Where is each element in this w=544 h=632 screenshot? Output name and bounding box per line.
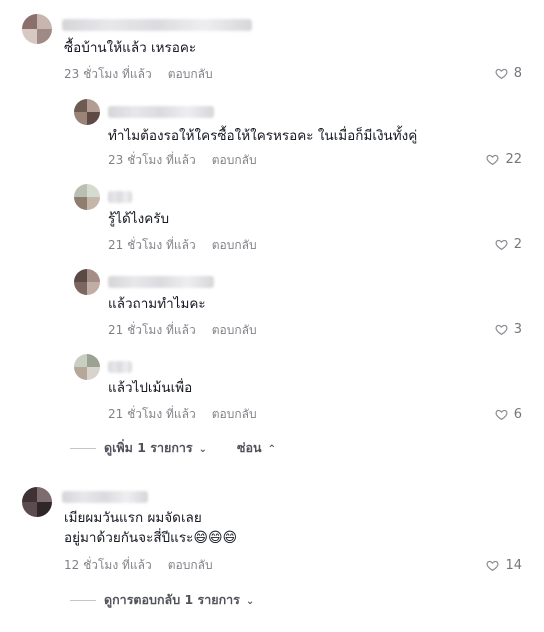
like-count: 6	[513, 407, 522, 422]
like-button[interactable]: 2	[495, 237, 522, 252]
heart-icon	[495, 324, 508, 336]
hide-replies-button[interactable]: ซ่อน ⌃	[237, 438, 276, 458]
comment-text: ซื้อบ้านให้แล้ว เหรอคะ	[64, 40, 197, 56]
reply-button[interactable]: ตอบกลับ	[212, 407, 257, 421]
avatar[interactable]	[74, 269, 100, 295]
comment-text-line2: อยู่มาด้วยกันจะสี่ปีแระ😄😄😄	[64, 528, 237, 548]
comment-meta: 21 ชั่วโมง ที่แล้ว ตอบกลับ	[108, 236, 257, 255]
timestamp: 23 ชั่วโมง ที่แล้ว	[108, 153, 196, 167]
like-button[interactable]: 22	[486, 152, 522, 167]
timestamp: 21 ชั่วโมง ที่แล้ว	[108, 407, 196, 421]
username-blurred[interactable]	[62, 491, 148, 503]
comment-meta: 23 ชั่วโมง ที่แล้ว ตอบกลับ	[108, 151, 257, 170]
heart-icon	[495, 409, 508, 421]
timestamp: 21 ชั่วโมง ที่แล้ว	[108, 323, 196, 337]
view-replies-label: ดูการตอบกลับ 1 รายการ	[104, 592, 240, 607]
view-more-label: ดูเพิ่ม 1 รายการ	[104, 440, 193, 455]
heart-icon	[486, 154, 499, 166]
like-button[interactable]: 6	[495, 407, 522, 422]
username-blurred[interactable]	[62, 19, 252, 31]
heart-icon	[495, 68, 508, 80]
like-count: 2	[513, 237, 522, 252]
avatar[interactable]	[74, 184, 100, 210]
like-count: 8	[513, 66, 522, 81]
view-replies-button[interactable]: ดูการตอบกลับ 1 รายการ ⌄	[104, 590, 254, 610]
username-blurred[interactable]	[108, 276, 214, 288]
like-count: 3	[513, 322, 522, 337]
like-button[interactable]: 3	[495, 322, 522, 337]
comment-text: แล้วไปเม้นเพื่อ	[108, 380, 193, 396]
comment-meta: 23 ชั่วโมง ที่แล้ว ตอบกลับ	[64, 65, 213, 84]
timestamp: 12 ชั่วโมง ที่แล้ว	[64, 558, 152, 572]
heart-icon	[495, 239, 508, 251]
reply-button[interactable]: ตอบกลับ	[212, 153, 257, 167]
comment-meta: 21 ชั่วโมง ที่แล้ว ตอบกลับ	[108, 321, 257, 340]
view-replies-row: ดูการตอบกลับ 1 รายการ ⌄	[70, 590, 254, 610]
replies-toggle-row: ดูเพิ่ม 1 รายการ ⌄ ซ่อน ⌃	[70, 438, 276, 458]
comment-meta: 21 ชั่วโมง ที่แล้ว ตอบกลับ	[108, 405, 257, 424]
reply-button[interactable]: ตอบกลับ	[212, 238, 257, 252]
avatar[interactable]	[74, 354, 100, 380]
comment-text: อยู่มาด้วยกันจะสี่ปีแระ	[64, 530, 194, 546]
avatar[interactable]	[22, 14, 52, 44]
reply-button[interactable]: ตอบกลับ	[168, 558, 213, 572]
chevron-down-icon: ⌄	[198, 444, 208, 455]
like-count: 14	[505, 558, 522, 573]
comment-meta: 12 ชั่วโมง ที่แล้ว ตอบกลับ	[64, 556, 213, 575]
timestamp: 23 ชั่วโมง ที่แล้ว	[64, 67, 152, 81]
view-more-replies-button[interactable]: ดูเพิ่ม 1 รายการ ⌄	[104, 438, 207, 458]
comment-text: แล้วถามทำไมคะ	[108, 296, 206, 312]
hide-label: ซ่อน	[237, 440, 262, 455]
chevron-up-icon: ⌃	[267, 444, 276, 455]
like-button[interactable]: 8	[495, 66, 522, 81]
heart-icon	[486, 560, 499, 572]
username-blurred[interactable]	[108, 361, 132, 373]
divider-line	[70, 447, 96, 449]
avatar[interactable]	[74, 99, 100, 125]
comment-text: ทำไมต้องรอให้ใครซื้อให้ใครหรอคะ ในเมื่อก…	[108, 128, 418, 144]
timestamp: 21 ชั่วโมง ที่แล้ว	[108, 238, 196, 252]
username-blurred[interactable]	[108, 191, 132, 203]
divider-line	[70, 599, 96, 601]
chevron-down-icon: ⌄	[245, 596, 255, 607]
avatar[interactable]	[22, 487, 52, 517]
username-blurred[interactable]	[108, 106, 214, 118]
comment-text-line1: เมียผมวันแรก ผมจัดเลย	[64, 510, 202, 526]
like-count: 22	[505, 152, 522, 167]
like-button[interactable]: 14	[486, 558, 522, 573]
comment-text: รู้ได้ไงครับ	[108, 211, 170, 227]
reply-button[interactable]: ตอบกลับ	[168, 67, 213, 81]
reply-button[interactable]: ตอบกลับ	[212, 323, 257, 337]
laughing-emoji: 😄😄😄	[193, 530, 238, 546]
